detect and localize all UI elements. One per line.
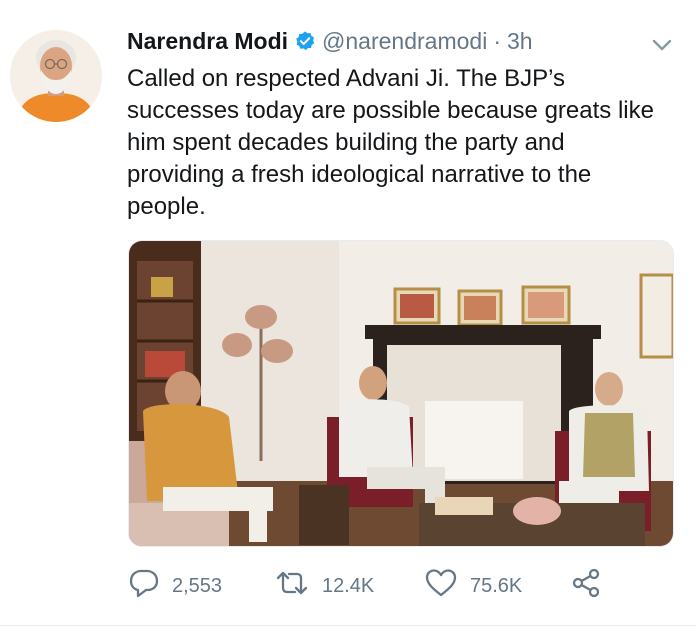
share-icon [570, 567, 602, 605]
retweet-icon [274, 567, 310, 605]
verified-badge-icon [294, 30, 316, 52]
chevron-down-icon[interactable] [648, 34, 676, 56]
share-button[interactable] [570, 566, 602, 606]
author-handle[interactable]: @narendramodi [322, 26, 487, 56]
tweet-photo[interactable] [128, 240, 674, 547]
separator-dot: · [493, 28, 501, 54]
tweet-text: Called on respected Advani Ji. The BJP’s… [127, 65, 654, 220]
retweet-button[interactable]: 12.4K [274, 566, 374, 606]
like-button[interactable]: 75.6K [424, 566, 522, 606]
author-name[interactable]: Narendra Modi [127, 26, 288, 56]
tweet-card[interactable]: Narendra Modi @narendramodi · 3h Called … [0, 0, 696, 630]
reply-button[interactable]: 2,553 [128, 566, 222, 606]
comment-icon [128, 567, 160, 605]
retweet-count: 12.4K [322, 574, 375, 597]
like-count: 75.6K [470, 574, 523, 597]
divider [0, 625, 696, 626]
tweet-actions: 2,553 12.4K 75.6K [128, 566, 628, 606]
tweet-timestamp[interactable]: 3h [507, 26, 533, 56]
heart-icon [424, 567, 458, 605]
tweet-header: Narendra Modi @narendramodi · 3h [127, 26, 533, 56]
avatar[interactable] [10, 30, 102, 122]
reply-count: 2,553 [172, 574, 223, 597]
